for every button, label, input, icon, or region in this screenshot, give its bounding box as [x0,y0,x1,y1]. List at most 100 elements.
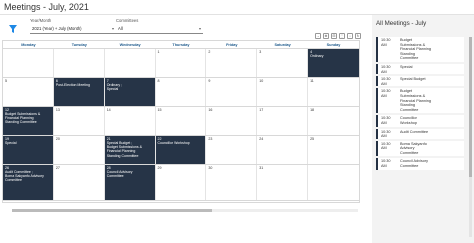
calendar-day-cell[interactable]: 8 [155,78,207,106]
more-options-icon[interactable]: ⋮ [339,33,345,39]
calendar-day-cell[interactable]: 23 [206,136,258,164]
expand-icon[interactable]: ⊕ [323,33,329,39]
scrollbar-thumb[interactable] [12,209,212,212]
calendar-event[interactable]: Special Budget ; Budget Submissions & Fina… [104,136,155,164]
agenda-name-line: Committee [400,56,419,61]
refresh-icon[interactable]: ↻ [355,33,361,39]
calendar-day-cell[interactable]: Ordinary ; Special 7 [104,78,156,106]
calendar-day-cell[interactable]: 14 [104,107,156,135]
calendar-day-cell[interactable]: Council Advisory Committee 28 [104,165,156,200]
agenda-pane: All Meetings - July 10:30 AM Budget Submiss… [372,15,474,243]
agenda-item-time: 10:30 AM [378,76,398,86]
calendar-week-row: 5 Post-Election Meeting 6 Ordinary ; Special… [3,78,359,107]
event-title: Special [5,141,51,145]
agenda-item[interactable]: 10:30 AM Special [376,63,464,75]
calendar-day-cell[interactable]: Budget Submissions & Financial Planning St… [3,107,54,135]
agenda-item-time: 10:30 AM [378,88,398,113]
visual-toolbar: → ⊕ ⊟ ⋮ ↓ ↻ [315,33,361,39]
calendar-day-cell[interactable]: Councillor Workshop 22 [155,136,207,164]
calendar-event[interactable]: Ordinary ; Special [104,78,155,106]
committees-value[interactable]: All [118,26,123,31]
calendar-event[interactable]: Council Advisory Committee [104,165,155,200]
year-month-underline [30,33,116,34]
calendar-day-cell[interactable] [308,165,359,200]
day-number: 22 [157,137,162,141]
calendar-day-cell[interactable]: 2 [206,49,258,77]
calendar-day-cell[interactable] [3,49,54,77]
agenda-item-name: Budget Submissions & Financial Planning Sta… [398,37,464,62]
calendar-day-cell[interactable]: 27 [53,165,105,200]
calendar-event[interactable]: Audit Committee ; Boma Sakyanfo Advisory C… [3,165,53,200]
day-number: 11 [310,79,314,83]
calendar-day-cell[interactable]: 18 [308,107,359,135]
drill-icon[interactable]: → [315,33,321,39]
day-number: 4 [310,50,313,54]
day-number: 30 [208,166,213,170]
agenda-name-line: Audit Committee [400,129,429,134]
calendar-day-cell[interactable] [53,49,105,77]
calendar-day-cell[interactable] [104,49,156,77]
chevron-down-icon[interactable]: ▾ [112,26,114,31]
agenda-item[interactable]: 10:30 AM Councillor Workshop [376,115,464,127]
calendar-day-cell[interactable]: Post-Election Meeting 6 [53,78,105,106]
agenda-item[interactable]: 10:30 AM Audit Committee [376,128,464,139]
day-number: 27 [55,166,60,170]
agenda-name-line: Special Budget [400,77,426,82]
day-number: 17 [259,108,264,112]
year-month-filter[interactable]: Year/Month 2021 (Year) + July (Month) ▾ [30,18,116,34]
agenda-item[interactable]: 10:30 AM Budget Submissions & Financial Plan… [376,37,464,62]
calendar-event[interactable]: Post-Election Meeting [53,78,104,106]
calendar-day-cell[interactable]: Audit Committee ; Boma Sakyanfo Advisory C… [3,165,54,200]
agenda-name-line: Committee [400,164,419,169]
calendar-week-row: Budget Submissions & Financial Planning St… [3,107,359,136]
calendar-day-cell[interactable]: 10 [257,78,309,106]
committees-filter[interactable]: Committees All ▾ [116,18,203,34]
event-title-line: Standing Committee [5,120,37,125]
calendar-day-cell[interactable]: Ordinary 4 [308,49,359,77]
calendar-day-cell[interactable]: 25 [308,136,359,164]
calendar-event[interactable]: Ordinary [308,49,359,77]
agenda-name-line: Special [400,64,413,69]
agenda-item-time: 10:30 AM [378,115,398,126]
agenda-item-time: 10:30 AM [378,129,398,139]
calendar-day-cell[interactable]: 24 [257,136,309,164]
horizontal-scrollbar[interactable] [12,209,358,212]
calendar-day-cell[interactable]: 20 [53,136,105,164]
weekday-label: Monday [21,43,36,47]
collapse-icon[interactable]: ⊟ [331,33,337,39]
calendar-day-cell[interactable]: Special Budget ; Budget Submissions & Fina… [104,136,156,164]
committees-label: Committees [116,18,139,23]
calendar-day-cell[interactable]: 29 [155,165,207,200]
calendar-day-cell[interactable]: 30 [206,165,258,200]
year-month-value[interactable]: 2021 (Year) + July (Month) [32,26,82,31]
calendar-day-cell[interactable]: 3 [257,49,309,77]
calendar-day-cell[interactable]: 31 [257,165,309,200]
calendar-day-cell[interactable]: 16 [206,107,258,135]
year-month-label: Year/Month [30,18,52,23]
calendar-week-row: Audit Committee ; Boma Sakyanfo Advisory C… [3,165,359,201]
calendar-day-cell[interactable]: 17 [257,107,309,135]
scrollbar-thumb[interactable] [469,37,472,177]
calendar-day-cell[interactable]: Special 19 [3,136,54,164]
calendar-day-cell[interactable]: 11 [308,78,359,106]
agenda-name-line: Committee [400,107,419,112]
weekday-label: Thursday [172,43,190,47]
calendar-event[interactable]: Budget Submissions & Financial Planning St… [3,107,53,135]
calendar-day-cell[interactable]: 15 [155,107,207,135]
calendar-event[interactable]: Councillor Workshop [155,136,206,164]
agenda-item[interactable]: 10:30 AM Council Advisory Committee [376,158,464,170]
day-number: 8 [157,79,160,83]
agenda-item[interactable]: 10:30 AM Budget Submissions & Financial Plan… [376,88,464,114]
calendar-day-cell[interactable]: 5 [3,78,54,106]
agenda-item[interactable]: 10:30 AM Special Budget [376,76,464,87]
calendar-day-cell[interactable]: 1 [155,49,207,77]
calendar-day-cell[interactable]: 13 [53,107,105,135]
filter-icon[interactable] [8,24,18,34]
drill-down-icon[interactable]: ↓ [347,33,353,39]
vertical-scrollbar[interactable] [469,37,472,237]
calendar-event[interactable]: Special [3,136,53,164]
chevron-down-icon[interactable]: ▾ [199,26,201,31]
day-number: 15 [157,108,162,112]
calendar-day-cell[interactable]: 9 [206,78,258,106]
agenda-item[interactable]: 10:30 AM Boma Sakyanfo Advisory Committee [376,140,464,157]
